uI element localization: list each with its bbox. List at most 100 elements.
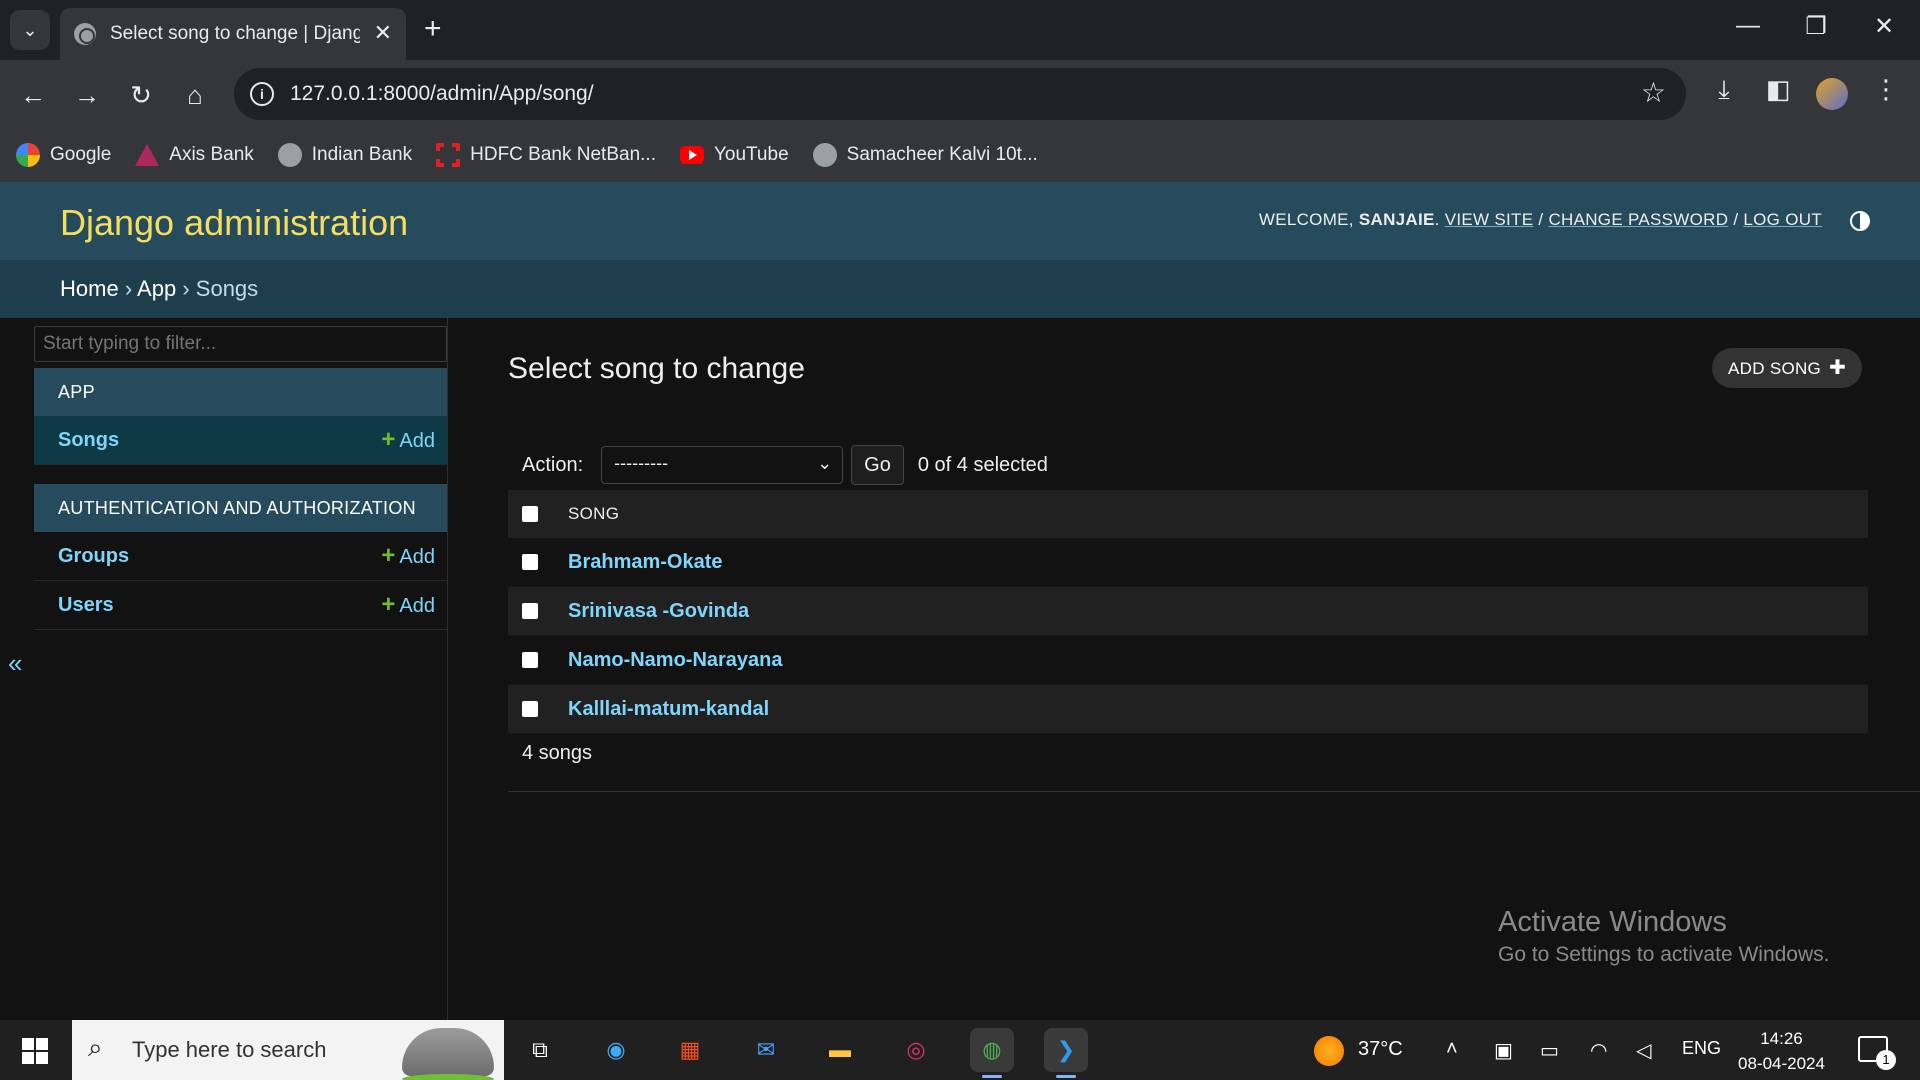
sidebar-item-songs: Songs + Add [34,416,447,465]
bookmark-hdfc[interactable]: HDFC Bank NetBan... [436,143,656,167]
edge-icon[interactable]: ◉ [594,1028,638,1072]
song-link[interactable]: Brahmam-Okate [568,551,723,574]
weather-sun-icon[interactable] [1314,1036,1344,1066]
actions-bar: Action: --------- ⌄ Go 0 of 4 selected [508,438,1920,492]
breadcrumb-app[interactable]: App [137,276,176,301]
forward-icon[interactable]: → [70,78,104,112]
row-checkbox[interactable] [522,603,538,619]
home-icon[interactable]: ⌂ [178,78,212,112]
bookmark-star-icon[interactable]: ☆ [1641,76,1666,109]
action-select[interactable]: --------- ⌄ [601,446,844,484]
row-checkbox[interactable] [522,554,538,570]
google-icon [16,143,40,167]
toggle-sidebar-button[interactable]: « [8,648,22,679]
side-panel-icon[interactable]: ◧ [1758,74,1798,105]
volume-icon[interactable]: ◁ [1636,1038,1651,1063]
watermark-subtitle: Go to Settings to activate Windows. [1498,943,1830,966]
song-link[interactable]: Kalllai-matum-kandal [568,698,769,721]
module-caption-auth[interactable]: AUTHENTICATION AND AUTHORIZATION [34,484,447,532]
bookmark-samacheer[interactable]: Samacheer Kalvi 10t... [812,143,1038,167]
song-link[interactable]: Srinivasa -Govinda [568,600,749,623]
mail-icon[interactable]: ✉ [744,1028,788,1072]
language-indicator[interactable]: ENG [1682,1038,1721,1059]
paginator: 4 songs [508,728,1920,792]
sidebar-item-label[interactable]: Groups [58,545,129,568]
axis-bank-icon [135,144,160,166]
add-song-link[interactable]: + Add [381,426,435,454]
breadcrumb-home[interactable]: Home [60,276,119,301]
user-tools: Welcome, Sanjaie. View site / Change pas… [1258,210,1822,229]
django-favicon-icon [74,23,96,45]
task-view-icon[interactable]: ⧉ [518,1028,562,1072]
restore-button[interactable]: ❐ [1796,12,1836,41]
add-user-link[interactable]: + Add [381,591,435,619]
address-bar[interactable]: i 127.0.0.1:8000/admin/App/song/ ☆ [234,68,1686,120]
minimize-button[interactable]: — [1728,12,1768,40]
new-tab-button[interactable]: + [424,12,442,46]
column-header-song[interactable]: Song [568,504,619,524]
clock-date: 08-04-2024 [1738,1054,1825,1073]
tab-close-icon[interactable]: ✕ [374,20,392,46]
bookmark-indian-bank[interactable]: Indian Bank [277,143,412,167]
battery-icon[interactable]: ▭ [1540,1038,1559,1063]
module-app: APP Songs + Add [34,368,447,465]
tab-title: Select song to change | Django [110,23,360,44]
plus-icon: + [381,591,396,618]
bookmark-google[interactable]: Google [16,143,111,167]
instagram-icon[interactable]: ◎ [894,1028,938,1072]
add-song-button[interactable]: Add song ✚ [1712,348,1863,388]
taskbar-search[interactable]: ⌕ Type here to search [72,1020,504,1080]
vscode-icon[interactable]: ❯ [1044,1028,1088,1078]
page-title: Select song to change [508,352,805,385]
bookmark-youtube[interactable]: YouTube [679,144,789,166]
site-info-icon[interactable]: i [250,82,274,106]
chevron-up-icon[interactable]: ˄ [1446,1038,1458,1061]
windows-start-icon[interactable] [22,1038,48,1064]
bookmark-axis-bank[interactable]: Axis Bank [135,144,254,166]
select-all-checkbox[interactable] [522,506,538,522]
row-checkbox[interactable] [522,652,538,668]
close-window-button[interactable]: ✕ [1864,12,1904,41]
bookmarks-bar: Google Axis Bank Indian Bank HDFC Bank N… [0,128,1920,182]
theme-toggle-icon[interactable] [1850,211,1870,231]
go-button[interactable]: Go [851,445,904,485]
windows-taskbar: ⌕ Type here to search ⧉ ◉ ▦ ✉ ▬ ◎ ◍ ❯ 37… [0,1020,1920,1080]
sidebar-item-label[interactable]: Users [58,594,114,617]
weather-temperature[interactable]: 37°C [1358,1038,1403,1061]
plus-icon: + [381,426,396,453]
clock-time: 14:26 [1760,1029,1803,1048]
download-icon[interactable]: ⤓ [1704,74,1744,106]
notification-icon[interactable]: 1 [1858,1036,1896,1070]
reload-icon[interactable]: ↻ [124,78,158,112]
breadcrumb-separator: › [182,276,190,301]
breadcrumb-current: Songs [195,276,259,301]
wifi-icon[interactable]: ◠ [1590,1038,1607,1063]
url-text[interactable]: 127.0.0.1:8000/admin/App/song/ [290,82,594,106]
row-checkbox[interactable] [522,701,538,717]
song-link[interactable]: Namo-Namo-Narayana [568,649,783,672]
view-site-link[interactable]: View site [1445,210,1534,229]
change-password-link[interactable]: Change password [1548,210,1728,229]
site-brand[interactable]: Django administration [60,202,408,244]
microsoft-store-icon[interactable]: ▦ [668,1028,712,1072]
profile-avatar[interactable] [1816,78,1848,110]
add-group-link[interactable]: + Add [381,542,435,570]
search-highlight-image [402,1028,494,1080]
table-row: Kalllai-matum-kandal [508,685,1868,734]
nav-filter-input[interactable] [34,326,447,362]
log-out-link[interactable]: Log out [1743,210,1822,229]
sidebar-item-label[interactable]: Songs [58,429,119,452]
activate-windows-watermark: Activate Windows Go to Settings to activ… [1498,906,1830,967]
menu-kebab-icon[interactable]: ⋮ [1866,74,1906,105]
meet-icon[interactable]: ▣ [1494,1038,1513,1063]
tab-search-button[interactable]: ⌄ [10,10,50,50]
module-caption-app[interactable]: APP [34,368,447,416]
file-explorer-icon[interactable]: ▬ [818,1028,862,1072]
sidebar-item-groups: Groups + Add [34,532,447,581]
hdfc-icon [436,143,461,167]
browser-tab-active[interactable]: Select song to change | Django ✕ [60,8,406,60]
clock[interactable]: 14:26 08-04-2024 [1738,1026,1825,1076]
search-icon: ⌕ [88,1032,103,1062]
chrome-icon[interactable]: ◍ [970,1028,1014,1078]
back-icon[interactable]: ← [16,78,50,112]
